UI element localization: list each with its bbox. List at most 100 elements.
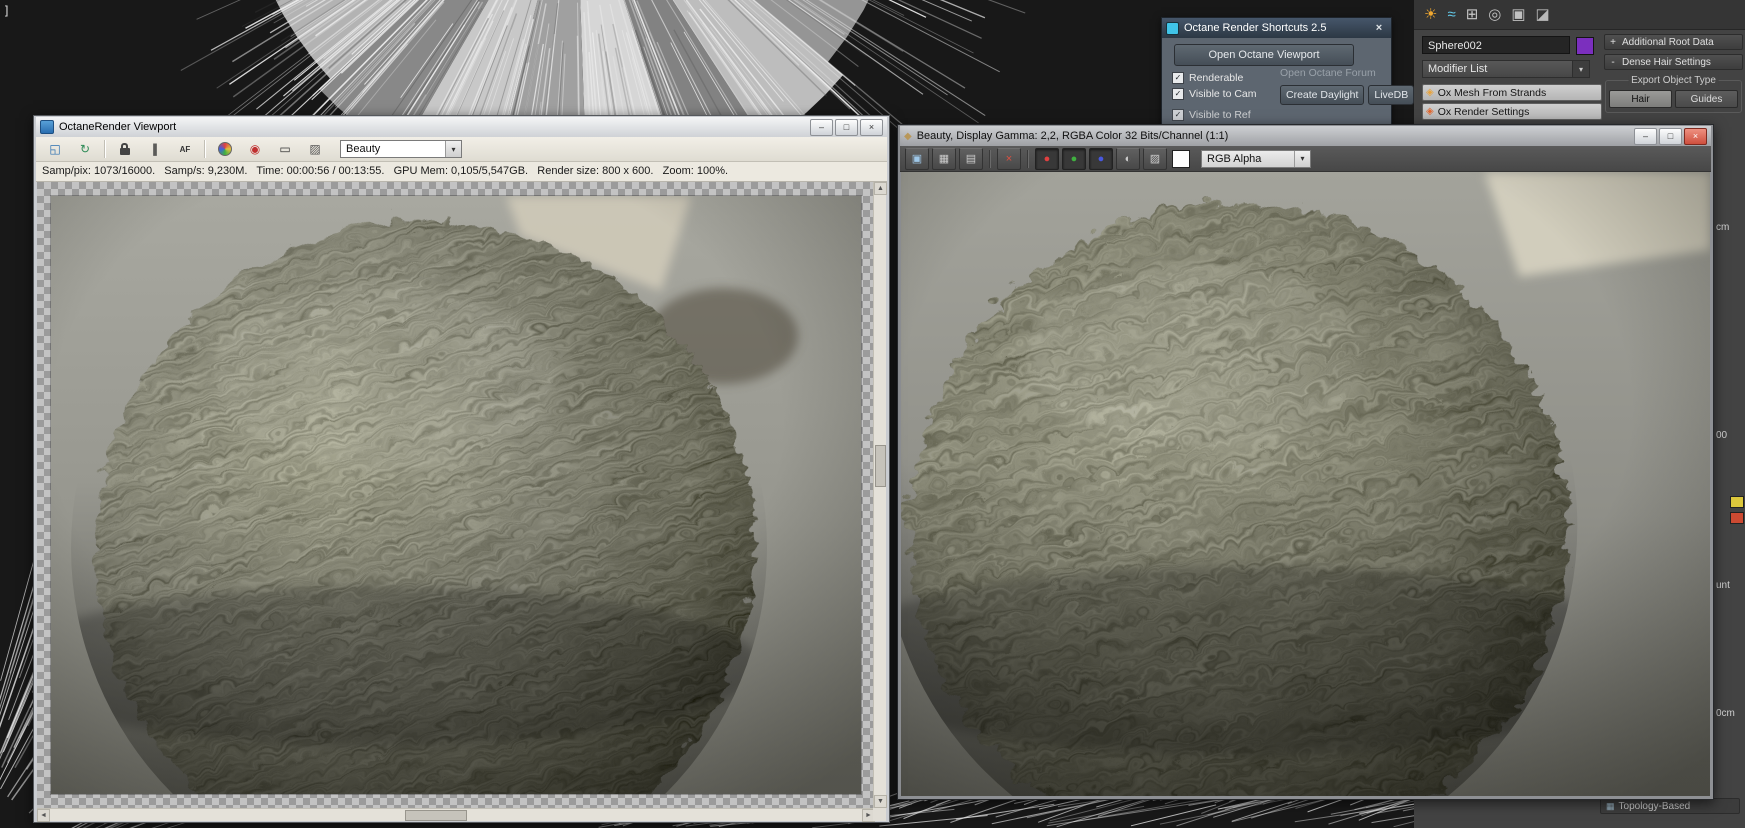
modifier-stack-item[interactable]: ◈ Ox Render Settings: [1422, 103, 1602, 120]
clear-icon[interactable]: ×: [997, 147, 1021, 170]
target-icon[interactable]: ◎: [1488, 7, 1501, 22]
region-icon[interactable]: ▨: [302, 138, 328, 160]
export-type-button-hair[interactable]: Hair: [1609, 90, 1672, 108]
modifier-icon: ◈: [1426, 87, 1434, 98]
octane-icon: [1166, 21, 1179, 35]
frame-window-toolbar: ▣ ▦ ▤ × ● ● ● ◐ ▨ RGB Alpha ▾: [900, 146, 1711, 172]
rollout-header[interactable]: - Dense Hair Settings: [1604, 54, 1743, 70]
close-button[interactable]: ×: [1684, 127, 1707, 145]
rendered-image[interactable]: [901, 172, 1710, 796]
export-object-type-label: Export Object Type: [1628, 75, 1719, 86]
fur-render: [901, 172, 1710, 796]
rollout-state-icon: +: [1610, 36, 1616, 48]
scrollbar-corner: [873, 808, 886, 821]
rollout-state-icon: -: [1611, 56, 1615, 68]
modifier-label: Ox Mesh From Strands: [1437, 86, 1547, 99]
rollout-label: Dense Hair Settings: [1622, 56, 1711, 68]
monochrome-icon[interactable]: ◐: [1116, 147, 1140, 170]
rollout-label: Additional Root Data: [1622, 36, 1714, 48]
shortcut-checkbox-row[interactable]: ✓ Visible to Cam: [1172, 86, 1278, 101]
minimize-button[interactable]: –: [1634, 127, 1657, 145]
octane-shortcuts-dialog: Octane Render Shortcuts 2.5 × Open Octan…: [1161, 17, 1415, 129]
rollout-list: + Additional Root Data - Dense Hair Setting…: [1602, 34, 1745, 70]
render-camera-icon[interactable]: ◉: [242, 138, 268, 160]
open-octane-viewport-button[interactable]: Open Octane Viewport: [1174, 44, 1354, 66]
desktop: ] ☀ ≈ ⊞ ◎ ▣ ◪ Sphere002 Modifier List ▾ …: [0, 0, 1745, 828]
autofocus-icon[interactable]: AF: [172, 138, 198, 160]
export-viewport-icon[interactable]: ◱: [42, 138, 68, 160]
panel-toolbar: ☀ ≈ ⊞ ◎ ▣ ◪: [1414, 0, 1745, 30]
rendered-frame-window: ◆ Beauty, Display Gamma: 2,2, RGBA Color…: [897, 124, 1714, 800]
sun-icon[interactable]: ☀: [1424, 7, 1437, 22]
render-stats: Samp/pix: 1073/16000. Samp/s: 9,230M. Ti…: [36, 162, 887, 182]
open-octane-forum-button[interactable]: Open Octane Forum: [1280, 67, 1383, 79]
render-pass-dropdown[interactable]: Beauty ▾: [340, 140, 462, 158]
shortcut-checkbox-row[interactable]: ✓ Renderable: [1172, 70, 1278, 85]
modifier-icon: ◈: [1426, 106, 1434, 117]
vertical-scrollbar[interactable]: ▲ ▼: [873, 182, 887, 808]
shortcuts-checkbox-list: ✓ Renderable ✓ Visible to Cam ✓ Visible to Re…: [1172, 70, 1278, 123]
chevron-down-icon: ▾: [1294, 150, 1310, 167]
cropped-label-fragment: 00: [1716, 430, 1728, 441]
render-pass-value: Beauty: [346, 143, 381, 155]
modifier-list-label: Modifier List: [1428, 63, 1488, 75]
alpha-channel-icon[interactable]: ▨: [1143, 147, 1167, 170]
channel-display-dropdown[interactable]: RGB Alpha ▾: [1201, 149, 1311, 168]
clone-icon[interactable]: ▦: [932, 147, 956, 170]
wave-icon[interactable]: ≈: [1447, 7, 1455, 22]
octane-window-icon: [40, 120, 54, 134]
channel-red-icon[interactable]: ●: [1035, 147, 1059, 170]
export-buttons: Hair Guides: [1609, 90, 1738, 108]
checkbox-label: Visible to Ref: [1189, 108, 1251, 121]
topology-based-label: Topology-Based: [1618, 800, 1691, 812]
checkbox[interactable]: ✓: [1172, 71, 1184, 84]
monitor-icon[interactable]: ▣: [1511, 7, 1525, 22]
export-type-button-guides[interactable]: Guides: [1675, 90, 1738, 108]
refresh-icon[interactable]: ↻: [72, 138, 98, 160]
shortcut-checkbox-row[interactable]: ✓ Visible to Ref: [1172, 107, 1278, 122]
chevron-down-icon: ▾: [445, 141, 461, 157]
channel-display-value: RGB Alpha: [1207, 152, 1262, 165]
checkbox[interactable]: ✓: [1172, 87, 1184, 100]
checkbox[interactable]: ✓: [1172, 108, 1184, 121]
checkbox-label: Visible to Cam: [1189, 87, 1257, 100]
octane-render-image: [51, 196, 861, 794]
modifier-list-dropdown[interactable]: Modifier List ▾: [1422, 60, 1590, 78]
minimize-button[interactable]: –: [810, 118, 833, 136]
close-icon[interactable]: ×: [1371, 22, 1387, 34]
octane-viewport-window: OctaneRender Viewport – □ × ◱ ↻ ∥ AF ◉ ▭…: [33, 115, 890, 823]
modifier-stack-item[interactable]: ◈ Ox Mesh From Strands: [1422, 84, 1602, 101]
chevron-down-icon: ▾: [1572, 61, 1589, 77]
rollout-header[interactable]: + Additional Root Data: [1604, 34, 1743, 50]
window-titlebar[interactable]: ◆ Beauty, Display Gamma: 2,2, RGBA Color…: [900, 126, 1711, 146]
dialog-titlebar[interactable]: Octane Render Shortcuts 2.5 ×: [1162, 18, 1391, 38]
maximize-button[interactable]: □: [1659, 127, 1682, 145]
print-icon[interactable]: ▤: [959, 147, 983, 170]
lock-icon[interactable]: [112, 138, 138, 160]
panel-right-column: + Additional Root Data - Dense Hair Setting…: [1602, 30, 1745, 113]
channel-green-icon[interactable]: ●: [1062, 147, 1086, 170]
maximize-button[interactable]: □: [835, 118, 858, 136]
horizontal-scrollbar[interactable]: ◄ ►: [37, 808, 875, 822]
modifier-stack: ◈ Ox Mesh From Strands ◈ Ox Render Settings: [1422, 84, 1602, 122]
window-titlebar[interactable]: OctaneRender Viewport – □ ×: [36, 117, 887, 137]
channel-blue-icon[interactable]: ●: [1089, 147, 1113, 170]
cropped-icon-fragment: [1730, 496, 1744, 508]
object-name-field[interactable]: Sphere002: [1422, 36, 1570, 54]
pause-icon[interactable]: ∥: [142, 138, 168, 160]
livedb-button[interactable]: LiveDB: [1368, 85, 1415, 105]
color-wheel-icon[interactable]: [212, 138, 238, 160]
save-image-icon[interactable]: ▣: [905, 147, 929, 170]
modifier-label: Ox Render Settings: [1437, 105, 1530, 118]
clear-color-swatch[interactable]: [1172, 149, 1190, 168]
close-button[interactable]: ×: [860, 118, 883, 136]
create-daylight-button[interactable]: Create Daylight: [1280, 85, 1365, 105]
object-color-swatch[interactable]: [1576, 37, 1594, 55]
render-canvas[interactable]: [37, 182, 875, 808]
window-title: Beauty, Display Gamma: 2,2, RGBA Color 3…: [916, 130, 1229, 142]
export-object-type-group: Export Object Type Hair Guides: [1605, 75, 1742, 113]
tools-icon[interactable]: ◪: [1536, 7, 1550, 22]
grid-icon[interactable]: ⊞: [1466, 7, 1479, 22]
display-icon[interactable]: ▭: [272, 138, 298, 160]
topology-based-row[interactable]: ▦ Topology-Based: [1600, 798, 1740, 814]
